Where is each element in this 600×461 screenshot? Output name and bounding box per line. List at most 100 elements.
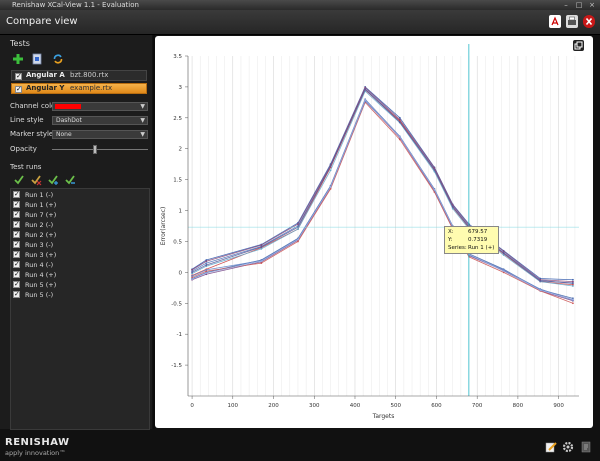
data-point [191,271,193,274]
run-checkbox[interactable] [13,189,20,199]
run-label: Run 5 (-) [25,291,54,299]
view-header: Compare view [0,10,600,35]
x-axis-label: Targets [372,413,395,420]
y-tick-label: -1 [177,332,182,338]
data-point [502,250,505,253]
maximize-button[interactable]: □ [573,1,585,9]
run-checkbox[interactable] [13,249,20,259]
data-point [502,252,505,255]
window-title: Renishaw XCal-View 1.1 - Evaluation [12,1,139,9]
add-runs-icon[interactable] [47,174,59,186]
y-tick-label: 0 [179,270,183,276]
chart-series [191,86,574,305]
close-window-button[interactable]: × [586,1,598,9]
data-point [191,278,193,281]
data-point [260,262,263,264]
footer [0,430,600,461]
data-point [364,88,367,91]
window-titlebar: Renishaw XCal-View 1.1 - Evaluation – □ … [0,0,600,10]
marker-style-row: Marker style None ▼ [10,129,150,140]
chart-crosshair [188,44,579,396]
y-axis-label: Error(arcsec) [160,207,167,246]
test-checkbox[interactable] [15,84,22,95]
x-tick-label: 200 [268,403,279,409]
data-point [398,136,401,138]
opacity-slider-thumb[interactable] [93,145,98,154]
edit-notes-icon[interactable] [545,441,557,453]
data-point [297,223,299,226]
data-point [260,244,263,247]
y-tick-label: 3.5 [173,54,182,60]
test-item-angular-y[interactable]: Angular Y example.rtx [11,83,147,95]
remove-runs-icon[interactable] [64,174,76,186]
test-checkbox[interactable] [15,71,22,82]
y-tick-label: 1.5 [173,178,182,184]
data-point [502,270,505,273]
data-point [364,98,367,101]
data-point [571,302,574,305]
run-label: Run 1 (+) [25,201,57,209]
run-checkbox[interactable] [13,199,20,209]
y-tick-label: 2.5 [173,116,182,122]
tooltip-series-label: Series: [448,245,467,251]
run-checkbox[interactable] [13,259,20,269]
channel-color-dropdown[interactable]: ▼ [52,102,148,111]
chevron-down-icon: ▼ [140,131,145,138]
data-point [260,260,263,263]
print-icon[interactable] [566,15,578,28]
run-checkbox[interactable] [13,209,20,219]
run-label: Run 5 (+) [25,281,57,289]
data-point [571,278,574,281]
deselect-runs-icon[interactable] [30,174,42,186]
gear-icon[interactable] [562,441,574,453]
opacity-label: Opacity [10,145,37,153]
run-checkbox[interactable] [13,219,20,229]
x-tick-label: 400 [350,403,361,409]
x-tick-label: 300 [309,403,320,409]
help-document-icon[interactable] [580,441,592,453]
y-tick-label: 2 [179,147,183,153]
y-tick-label: 3 [179,85,183,91]
channel-color-swatch [55,104,81,109]
data-point [205,264,208,266]
x-tick-label: 700 [472,403,483,409]
run-checkbox[interactable] [13,269,20,279]
data-point [205,272,208,274]
data-point [539,280,542,282]
close-view-icon[interactable] [583,15,595,28]
refresh-icon[interactable] [52,53,64,65]
tooltip-series-value: Run 1 (+) [468,245,495,251]
open-file-icon[interactable] [31,53,43,65]
x-tick-label: 900 [553,403,564,409]
test-name: Angular A [26,71,65,79]
run-checkbox[interactable] [13,279,20,289]
minimize-button[interactable]: – [560,1,572,9]
data-point [297,240,299,243]
run-label: Run 2 (-) [25,221,54,229]
data-point [260,247,263,250]
tagline: apply innovation™ [5,449,66,457]
test-item-angular-a[interactable]: Angular A bzt.800.rtx [11,70,147,82]
error-chart[interactable]: 0 100 200 300 400 500 600 700 800 900 -1.5 -1 -0.5 0 0… [155,36,593,428]
data-point [191,275,193,277]
data-point [433,188,436,191]
run-label: Run 4 (+) [25,271,57,279]
page-title: Compare view [6,16,78,27]
run-checkbox[interactable] [13,239,20,249]
data-point [451,205,454,208]
line-style-dropdown[interactable]: DashDot ▼ [52,116,148,125]
pdf-export-icon[interactable] [549,15,561,28]
run-label: Run 3 (+) [25,251,57,259]
run-checkbox[interactable] [13,229,20,239]
tests-section-title: Tests [10,39,30,48]
y-tick-label: -0.5 [171,301,182,307]
run-checkbox[interactable] [13,289,20,299]
run-label: Run 7 (+) [25,211,57,219]
channel-color-label: Channel color [10,102,59,110]
add-test-icon[interactable] [12,53,24,65]
opacity-slider-track[interactable] [52,149,148,150]
marker-style-dropdown[interactable]: None ▼ [52,130,148,139]
opacity-row: Opacity [10,144,150,155]
select-all-runs-icon[interactable] [13,174,25,186]
test-runs-section-title: Test runs [10,163,42,171]
